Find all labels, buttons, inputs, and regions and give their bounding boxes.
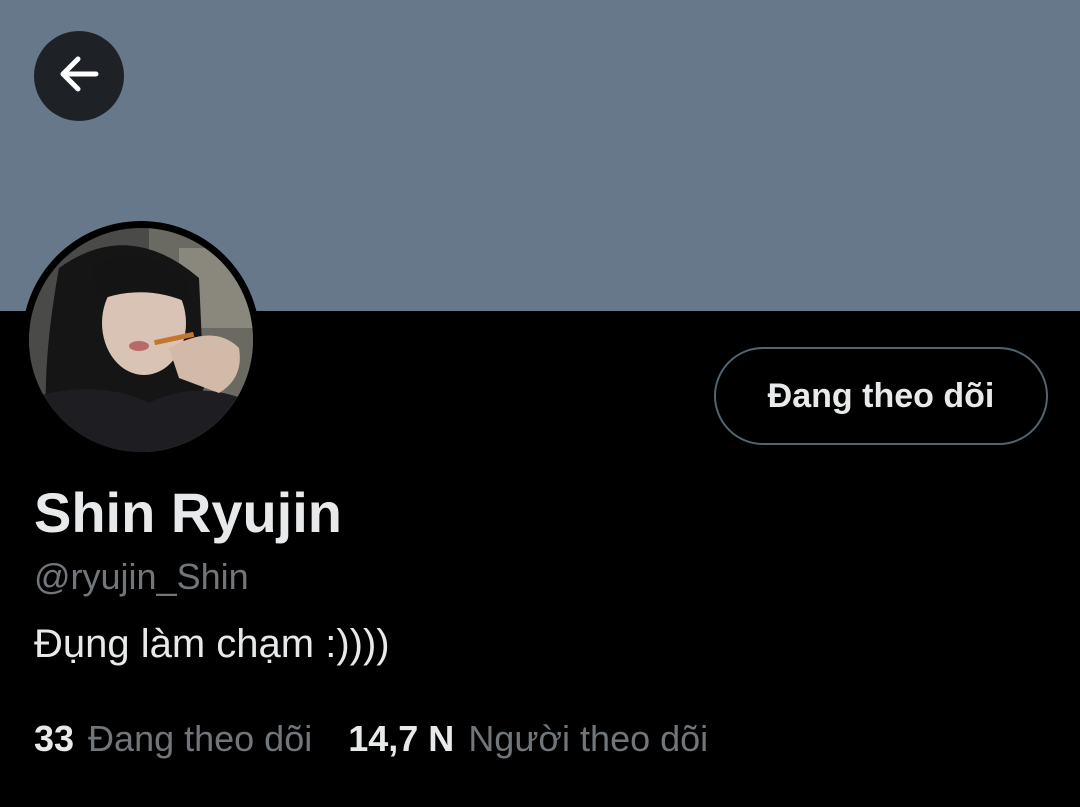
profile-bio: Đụng làm chạm :)))) <box>34 622 390 666</box>
back-button[interactable] <box>34 31 124 121</box>
display-name: Shin Ryujin <box>34 481 342 544</box>
followers-count: 14,7 N <box>348 718 455 759</box>
followers-stat-link[interactable]: 14,7 N Người theo dõi <box>348 718 708 760</box>
following-stat-link[interactable]: 33 Đang theo dõi <box>34 718 312 760</box>
following-label: Đang theo dõi <box>88 718 313 759</box>
avatar[interactable] <box>29 228 253 452</box>
follow-stats: 33 Đang theo dõi 14,7 N Người theo dõi <box>34 718 708 760</box>
user-handle: @ryujin_Shin <box>34 556 249 597</box>
arrow-left-icon <box>54 49 104 104</box>
following-button-label: Đang theo dõi <box>767 376 995 415</box>
following-button[interactable]: Đang theo dõi <box>714 347 1048 445</box>
following-count: 33 <box>34 718 75 759</box>
avatar-frame <box>22 221 260 459</box>
followers-label: Người theo dõi <box>468 718 709 759</box>
